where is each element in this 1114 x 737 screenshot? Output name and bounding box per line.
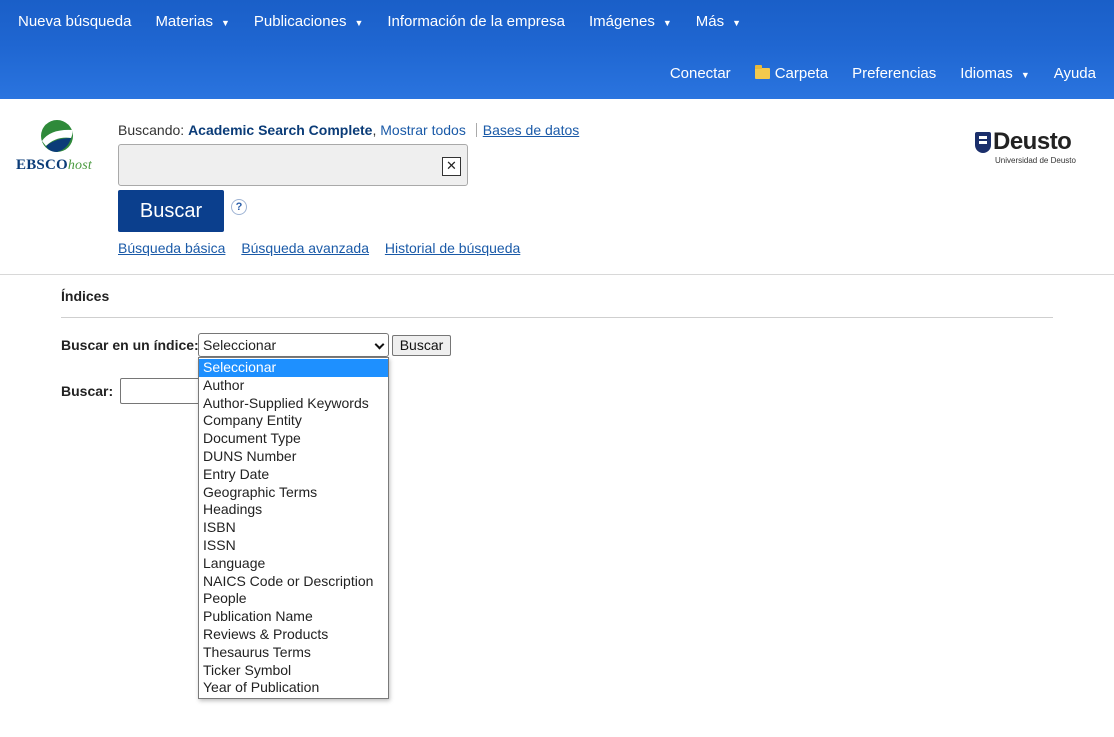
dropdown-option[interactable]: ISBN (199, 519, 388, 537)
ebsco-globe-icon (41, 120, 73, 152)
dropdown-option[interactable]: Geographic Terms (199, 484, 388, 502)
nav-label: Preferencias (852, 65, 937, 82)
deusto-shield-icon (975, 132, 991, 153)
search-mode-links: Búsqueda básica Búsqueda avanzada Histor… (118, 240, 532, 256)
dropdown-option[interactable]: Ticker Symbol (199, 662, 388, 680)
help-icon[interactable]: ? (231, 199, 247, 215)
dropdown-option[interactable]: Headings (199, 501, 388, 519)
nav-label: Conectar (669, 65, 731, 82)
show-all-link[interactable]: Mostrar todos (380, 122, 466, 138)
caret-down-icon: ▼ (732, 17, 742, 28)
nav-imagenes[interactable]: Imágenes ▼ (589, 13, 672, 30)
caret-down-icon: ▼ (662, 17, 672, 28)
nav-nueva-busqueda[interactable]: Nueva búsqueda (18, 13, 131, 30)
caret-down-icon: ▼ (1020, 69, 1030, 80)
dropdown-option[interactable]: Thesaurus Terms (199, 644, 388, 662)
section-divider (61, 317, 1053, 318)
dropdown-option[interactable]: Author (199, 377, 388, 395)
header-divider (0, 274, 1114, 275)
clear-search-icon[interactable]: ✕ (442, 157, 461, 176)
dropdown-option[interactable]: ISSN (199, 537, 388, 555)
nav-label: Materias (155, 13, 213, 30)
searching-label: Buscando: (118, 122, 185, 138)
top-navigation-bar: Nueva búsqueda Materias ▼ Publicaciones … (0, 0, 1114, 99)
dropdown-option[interactable]: DUNS Number (199, 448, 388, 466)
advanced-search-link[interactable]: Búsqueda avanzada (241, 240, 369, 256)
dropdown-option[interactable]: Year of Publication (199, 679, 388, 697)
nav-label: Ayuda (1053, 65, 1096, 82)
index-select-value: Seleccionar (203, 337, 277, 353)
nav-label: Más (695, 13, 725, 30)
nav-mas[interactable]: Más ▼ (696, 13, 741, 30)
nav-idiomas[interactable]: Idiomas ▼ (960, 65, 1029, 82)
search-history-link[interactable]: Historial de búsqueda (385, 240, 520, 256)
ebsco-wordmark: EBSCOhost (16, 157, 92, 173)
ebscohost-logo[interactable]: EBSCOhost (16, 119, 100, 179)
dropdown-option[interactable]: NAICS Code or Description (199, 573, 388, 591)
deusto-logo: Deusto Universidad de Deusto (975, 128, 1085, 170)
index-select[interactable]: Seleccionar (198, 333, 389, 357)
separator (475, 123, 477, 137)
dropdown-option[interactable]: Company Entity (199, 412, 388, 430)
caret-down-icon: ▼ (354, 17, 364, 28)
deusto-wordmark: Deusto (993, 128, 1072, 155)
nav-label: Imágenes (588, 13, 655, 30)
nav-label: Carpeta (774, 65, 829, 82)
database-name: Academic Search Complete (188, 122, 373, 138)
search-button[interactable]: Buscar (118, 190, 224, 232)
page-title: Índices (61, 288, 110, 304)
nav-publicaciones[interactable]: Publicaciones ▼ (254, 13, 363, 30)
nav-preferencias[interactable]: Preferencias (852, 65, 936, 82)
caret-down-icon: ▼ (220, 17, 230, 28)
dropdown-option[interactable]: Document Type (199, 430, 388, 448)
dropdown-option[interactable]: Publication Name (199, 608, 388, 626)
search-input[interactable]: ✕ (118, 144, 468, 186)
chevron-down-icon (374, 339, 385, 350)
nav-carpeta[interactable]: Carpeta (754, 65, 829, 82)
nav-label: Publicaciones (253, 13, 347, 30)
dropdown-option[interactable]: People (199, 590, 388, 608)
nav-label: Información de la empresa (387, 13, 565, 30)
dropdown-option[interactable]: Author-Supplied Keywords (199, 395, 388, 413)
folder-icon (754, 65, 770, 79)
index-search-button[interactable]: Buscar (392, 335, 451, 356)
dropdown-option[interactable]: Seleccionar (199, 359, 388, 377)
deusto-subtitle: Universidad de Deusto (995, 156, 1076, 165)
searching-line: Buscando: Academic Search Complete, Most… (118, 122, 580, 138)
nav-label: Idiomas (960, 65, 1013, 82)
main-menu: Nueva búsqueda Materias ▼ Publicaciones … (18, 13, 765, 30)
dropdown-option[interactable]: Language (199, 555, 388, 573)
dropdown-option[interactable]: Reviews & Products (199, 626, 388, 644)
browse-input-label: Buscar: (61, 383, 114, 399)
user-menu: Conectar Carpeta Preferencias Idiomas ▼ … (646, 65, 1096, 82)
browse-input[interactable] (120, 378, 210, 404)
nav-ayuda[interactable]: Ayuda (1054, 65, 1096, 82)
basic-search-link[interactable]: Búsqueda básica (118, 240, 225, 256)
nav-label: Nueva búsqueda (18, 13, 132, 30)
index-select-label: Buscar en un índice: (61, 337, 199, 353)
databases-link[interactable]: Bases de datos (483, 122, 580, 138)
index-dropdown-list: Seleccionar Author Author-Supplied Keywo… (198, 357, 389, 699)
nav-informacion-empresa[interactable]: Información de la empresa (387, 13, 565, 30)
nav-materias[interactable]: Materias ▼ (155, 13, 229, 30)
nav-conectar[interactable]: Conectar (670, 65, 731, 82)
dropdown-option[interactable]: Entry Date (199, 466, 388, 484)
